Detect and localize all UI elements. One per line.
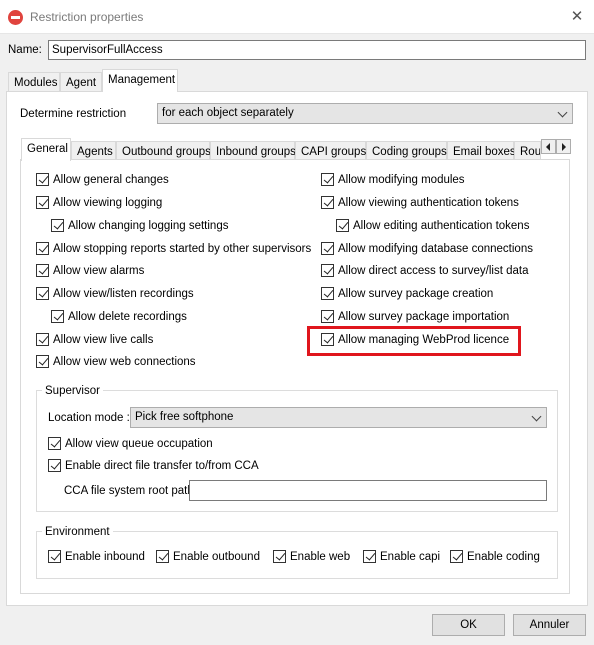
supervisor-group-title: Supervisor xyxy=(42,384,103,398)
chevron-down-icon xyxy=(531,410,543,424)
tab-scroll-right-icon[interactable] xyxy=(556,139,571,154)
checkbox-checked[interactable] xyxy=(36,355,49,368)
checkbox-label: Allow general changes xyxy=(53,174,169,186)
checkbox-label: Allow view alarms xyxy=(53,265,145,277)
checkbox-checked[interactable] xyxy=(450,550,463,563)
checkbox-label: Allow view queue occupation xyxy=(65,438,213,450)
checkbox-label: Enable capi xyxy=(380,551,441,563)
checkbox-checked[interactable] xyxy=(48,459,61,472)
determine-restriction-value: for each object separately xyxy=(162,107,294,119)
checkbox-label: Allow editing authentication tokens xyxy=(353,220,530,232)
cancel-button[interactable]: Annuler xyxy=(513,614,586,636)
determine-restriction-label: Determine restriction xyxy=(20,108,127,120)
checkbox-checked[interactable] xyxy=(321,173,334,186)
checkbox-checked[interactable] xyxy=(336,219,349,232)
checkbox-checked[interactable] xyxy=(36,196,49,209)
checkbox-label: Allow modifying database connections xyxy=(338,243,533,255)
checkbox-label: Enable direct file transfer to/from CCA xyxy=(65,460,259,472)
checkbox-checked[interactable] xyxy=(51,219,64,232)
tab-outbound-groups[interactable]: Outbound groups xyxy=(116,141,211,161)
checkbox-checked[interactable] xyxy=(321,196,334,209)
tab-agent[interactable]: Agent xyxy=(60,72,102,92)
checkbox-checked[interactable] xyxy=(273,550,286,563)
close-icon[interactable]: ✕ xyxy=(566,6,588,28)
name-input[interactable]: SupervisorFullAccess xyxy=(48,40,586,60)
location-mode-value: Pick free softphone xyxy=(135,411,234,423)
checkbox-label: Allow changing logging settings xyxy=(68,220,229,232)
tab-general[interactable]: General xyxy=(21,138,71,161)
highlight-box xyxy=(307,326,521,356)
checkbox-label: Allow stopping reports started by other … xyxy=(53,243,312,255)
checkbox-label: Enable inbound xyxy=(65,551,145,563)
location-mode-dropdown[interactable]: Pick free softphone xyxy=(130,407,547,428)
tab-coding-groups[interactable]: Coding groups xyxy=(366,141,447,161)
checkbox-checked[interactable] xyxy=(48,437,61,450)
checkbox-checked[interactable] xyxy=(156,550,169,563)
checkbox-checked[interactable] xyxy=(321,287,334,300)
checkbox-checked[interactable] xyxy=(36,173,49,186)
checkbox-label: Allow view live calls xyxy=(53,334,154,346)
checkbox-checked[interactable] xyxy=(36,333,49,346)
checkbox-label: Allow viewing authentication tokens xyxy=(338,197,519,209)
name-label: Name: xyxy=(8,44,42,56)
tab-management[interactable]: Management xyxy=(102,69,178,92)
determine-restriction-dropdown[interactable]: for each object separately xyxy=(157,103,573,124)
chevron-down-icon xyxy=(557,106,569,120)
tab-agents[interactable]: Agents xyxy=(71,141,116,161)
checkbox-checked[interactable] xyxy=(321,242,334,255)
cca-root-path-label: CCA file system root path: xyxy=(64,485,197,497)
checkbox-label: Allow survey package importation xyxy=(338,311,510,323)
environment-group-title: Environment xyxy=(42,525,113,539)
checkbox-label: Allow modifying modules xyxy=(338,174,465,186)
checkbox-label: Allow delete recordings xyxy=(68,311,187,323)
checkbox-checked[interactable] xyxy=(36,287,49,300)
checkbox-checked[interactable] xyxy=(51,310,64,323)
tab-inbound-groups[interactable]: Inbound groups xyxy=(210,141,296,161)
checkbox-checked[interactable] xyxy=(321,310,334,323)
checkbox-checked[interactable] xyxy=(363,550,376,563)
checkbox-checked[interactable] xyxy=(36,242,49,255)
checkbox-checked[interactable] xyxy=(48,550,61,563)
checkbox-label: Allow view/listen recordings xyxy=(53,288,194,300)
cca-root-path-input[interactable] xyxy=(189,480,547,501)
checkbox-label: Enable coding xyxy=(467,551,540,563)
checkbox-label: Allow direct access to survey/list data xyxy=(338,265,529,277)
checkbox-label: Enable outbound xyxy=(173,551,260,563)
checkbox-label: Allow view web connections xyxy=(53,356,196,368)
tab-email-boxes[interactable]: Email boxes xyxy=(447,141,516,161)
checkbox-label: Allow viewing logging xyxy=(53,197,163,209)
restriction-icon xyxy=(8,10,23,25)
checkbox-label: Enable web xyxy=(290,551,351,563)
window-title: Restriction properties xyxy=(30,10,144,24)
checkbox-label: Allow survey package creation xyxy=(338,288,494,300)
tab-modules[interactable]: Modules xyxy=(8,72,60,92)
checkbox-checked[interactable] xyxy=(36,264,49,277)
ok-button[interactable]: OK xyxy=(432,614,505,636)
tab-capi-groups[interactable]: CAPI groups xyxy=(295,141,366,161)
tab-routing-partial[interactable]: Rou xyxy=(514,141,541,161)
tab-scroll-left-icon[interactable] xyxy=(541,139,556,154)
checkbox-checked[interactable] xyxy=(321,264,334,277)
location-mode-label: Location mode : xyxy=(48,412,130,424)
